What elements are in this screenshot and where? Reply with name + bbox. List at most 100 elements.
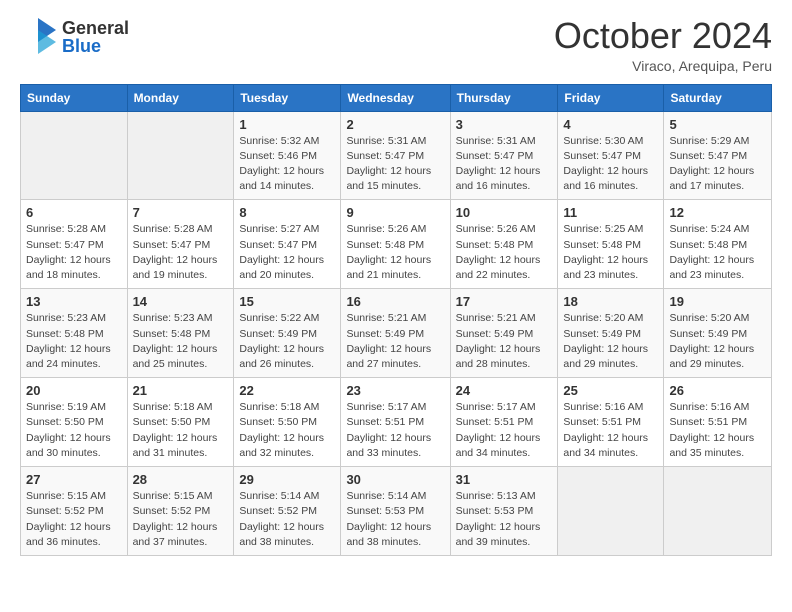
day-info: Sunrise: 5:28 AMSunset: 5:47 PMDaylight:… <box>26 223 111 281</box>
calendar-cell: 10 Sunrise: 5:26 AMSunset: 5:48 PMDaylig… <box>450 200 558 289</box>
day-info: Sunrise: 5:31 AMSunset: 5:47 PMDaylight:… <box>456 135 541 193</box>
day-number: 14 <box>133 294 229 309</box>
calendar-cell: 26 Sunrise: 5:16 AMSunset: 5:51 PMDaylig… <box>664 378 772 467</box>
day-info: Sunrise: 5:23 AMSunset: 5:48 PMDaylight:… <box>26 312 111 370</box>
calendar-cell: 11 Sunrise: 5:25 AMSunset: 5:48 PMDaylig… <box>558 200 664 289</box>
day-header-thursday: Thursday <box>450 84 558 111</box>
day-info: Sunrise: 5:23 AMSunset: 5:48 PMDaylight:… <box>133 312 218 370</box>
calendar-cell: 2 Sunrise: 5:31 AMSunset: 5:47 PMDayligh… <box>341 111 450 200</box>
calendar-cell: 20 Sunrise: 5:19 AMSunset: 5:50 PMDaylig… <box>21 378 128 467</box>
day-info: Sunrise: 5:26 AMSunset: 5:48 PMDaylight:… <box>456 223 541 281</box>
day-number: 5 <box>669 117 766 132</box>
day-info: Sunrise: 5:26 AMSunset: 5:48 PMDaylight:… <box>346 223 431 281</box>
day-header-monday: Monday <box>127 84 234 111</box>
calendar-cell: 24 Sunrise: 5:17 AMSunset: 5:51 PMDaylig… <box>450 378 558 467</box>
day-number: 19 <box>669 294 766 309</box>
month-title: October 2024 <box>554 16 772 56</box>
day-number: 16 <box>346 294 444 309</box>
logo-blue: Blue <box>62 37 129 55</box>
day-number: 21 <box>133 383 229 398</box>
day-info: Sunrise: 5:21 AMSunset: 5:49 PMDaylight:… <box>456 312 541 370</box>
day-info: Sunrise: 5:31 AMSunset: 5:47 PMDaylight:… <box>346 135 431 193</box>
day-number: 26 <box>669 383 766 398</box>
calendar-cell <box>127 111 234 200</box>
calendar-cell: 29 Sunrise: 5:14 AMSunset: 5:52 PMDaylig… <box>234 467 341 556</box>
day-number: 12 <box>669 205 766 220</box>
logo-text: General Blue <box>62 19 129 55</box>
day-number: 17 <box>456 294 553 309</box>
day-info: Sunrise: 5:18 AMSunset: 5:50 PMDaylight:… <box>239 401 324 459</box>
day-info: Sunrise: 5:27 AMSunset: 5:47 PMDaylight:… <box>239 223 324 281</box>
calendar-cell: 27 Sunrise: 5:15 AMSunset: 5:52 PMDaylig… <box>21 467 128 556</box>
day-info: Sunrise: 5:16 AMSunset: 5:51 PMDaylight:… <box>563 401 648 459</box>
day-info: Sunrise: 5:14 AMSunset: 5:53 PMDaylight:… <box>346 490 431 548</box>
day-header-sunday: Sunday <box>21 84 128 111</box>
day-number: 29 <box>239 472 335 487</box>
calendar-cell <box>21 111 128 200</box>
day-number: 8 <box>239 205 335 220</box>
day-info: Sunrise: 5:29 AMSunset: 5:47 PMDaylight:… <box>669 135 754 193</box>
day-info: Sunrise: 5:21 AMSunset: 5:49 PMDaylight:… <box>346 312 431 370</box>
day-number: 4 <box>563 117 658 132</box>
calendar-header-row: SundayMondayTuesdayWednesdayThursdayFrid… <box>21 84 772 111</box>
day-info: Sunrise: 5:28 AMSunset: 5:47 PMDaylight:… <box>133 223 218 281</box>
day-info: Sunrise: 5:20 AMSunset: 5:49 PMDaylight:… <box>563 312 648 370</box>
calendar-cell: 3 Sunrise: 5:31 AMSunset: 5:47 PMDayligh… <box>450 111 558 200</box>
location: Viraco, Arequipa, Peru <box>554 58 772 74</box>
day-header-tuesday: Tuesday <box>234 84 341 111</box>
day-info: Sunrise: 5:17 AMSunset: 5:51 PMDaylight:… <box>346 401 431 459</box>
day-number: 22 <box>239 383 335 398</box>
day-number: 7 <box>133 205 229 220</box>
day-info: Sunrise: 5:24 AMSunset: 5:48 PMDaylight:… <box>669 223 754 281</box>
calendar-cell: 5 Sunrise: 5:29 AMSunset: 5:47 PMDayligh… <box>664 111 772 200</box>
day-number: 3 <box>456 117 553 132</box>
day-info: Sunrise: 5:16 AMSunset: 5:51 PMDaylight:… <box>669 401 754 459</box>
header: General Blue October 2024 Viraco, Arequi… <box>20 16 772 74</box>
calendar-cell: 13 Sunrise: 5:23 AMSunset: 5:48 PMDaylig… <box>21 289 128 378</box>
day-number: 31 <box>456 472 553 487</box>
day-info: Sunrise: 5:19 AMSunset: 5:50 PMDaylight:… <box>26 401 111 459</box>
day-number: 18 <box>563 294 658 309</box>
day-number: 13 <box>26 294 122 309</box>
calendar-cell: 1 Sunrise: 5:32 AMSunset: 5:46 PMDayligh… <box>234 111 341 200</box>
day-info: Sunrise: 5:32 AMSunset: 5:46 PMDaylight:… <box>239 135 324 193</box>
day-info: Sunrise: 5:22 AMSunset: 5:49 PMDaylight:… <box>239 312 324 370</box>
day-info: Sunrise: 5:17 AMSunset: 5:51 PMDaylight:… <box>456 401 541 459</box>
page: General Blue October 2024 Viraco, Arequi… <box>0 0 792 612</box>
logo-icon <box>20 16 58 58</box>
calendar-cell: 23 Sunrise: 5:17 AMSunset: 5:51 PMDaylig… <box>341 378 450 467</box>
day-number: 9 <box>346 205 444 220</box>
day-number: 25 <box>563 383 658 398</box>
day-header-saturday: Saturday <box>664 84 772 111</box>
calendar-cell: 8 Sunrise: 5:27 AMSunset: 5:47 PMDayligh… <box>234 200 341 289</box>
day-number: 2 <box>346 117 444 132</box>
calendar-cell: 17 Sunrise: 5:21 AMSunset: 5:49 PMDaylig… <box>450 289 558 378</box>
calendar-cell: 15 Sunrise: 5:22 AMSunset: 5:49 PMDaylig… <box>234 289 341 378</box>
calendar-cell: 21 Sunrise: 5:18 AMSunset: 5:50 PMDaylig… <box>127 378 234 467</box>
calendar-cell: 9 Sunrise: 5:26 AMSunset: 5:48 PMDayligh… <box>341 200 450 289</box>
calendar-cell: 31 Sunrise: 5:13 AMSunset: 5:53 PMDaylig… <box>450 467 558 556</box>
day-number: 24 <box>456 383 553 398</box>
day-info: Sunrise: 5:14 AMSunset: 5:52 PMDaylight:… <box>239 490 324 548</box>
calendar-cell: 6 Sunrise: 5:28 AMSunset: 5:47 PMDayligh… <box>21 200 128 289</box>
day-number: 27 <box>26 472 122 487</box>
calendar-cell: 30 Sunrise: 5:14 AMSunset: 5:53 PMDaylig… <box>341 467 450 556</box>
calendar-cell: 18 Sunrise: 5:20 AMSunset: 5:49 PMDaylig… <box>558 289 664 378</box>
logo: General Blue <box>20 16 129 58</box>
calendar-cell: 4 Sunrise: 5:30 AMSunset: 5:47 PMDayligh… <box>558 111 664 200</box>
calendar-cell: 16 Sunrise: 5:21 AMSunset: 5:49 PMDaylig… <box>341 289 450 378</box>
calendar-week-5: 27 Sunrise: 5:15 AMSunset: 5:52 PMDaylig… <box>21 467 772 556</box>
day-number: 10 <box>456 205 553 220</box>
calendar-week-1: 1 Sunrise: 5:32 AMSunset: 5:46 PMDayligh… <box>21 111 772 200</box>
calendar-cell <box>558 467 664 556</box>
calendar-week-4: 20 Sunrise: 5:19 AMSunset: 5:50 PMDaylig… <box>21 378 772 467</box>
day-number: 15 <box>239 294 335 309</box>
day-info: Sunrise: 5:20 AMSunset: 5:49 PMDaylight:… <box>669 312 754 370</box>
day-info: Sunrise: 5:15 AMSunset: 5:52 PMDaylight:… <box>133 490 218 548</box>
day-info: Sunrise: 5:18 AMSunset: 5:50 PMDaylight:… <box>133 401 218 459</box>
calendar-cell: 28 Sunrise: 5:15 AMSunset: 5:52 PMDaylig… <box>127 467 234 556</box>
calendar-cell: 22 Sunrise: 5:18 AMSunset: 5:50 PMDaylig… <box>234 378 341 467</box>
day-info: Sunrise: 5:15 AMSunset: 5:52 PMDaylight:… <box>26 490 111 548</box>
day-header-wednesday: Wednesday <box>341 84 450 111</box>
day-info: Sunrise: 5:25 AMSunset: 5:48 PMDaylight:… <box>563 223 648 281</box>
